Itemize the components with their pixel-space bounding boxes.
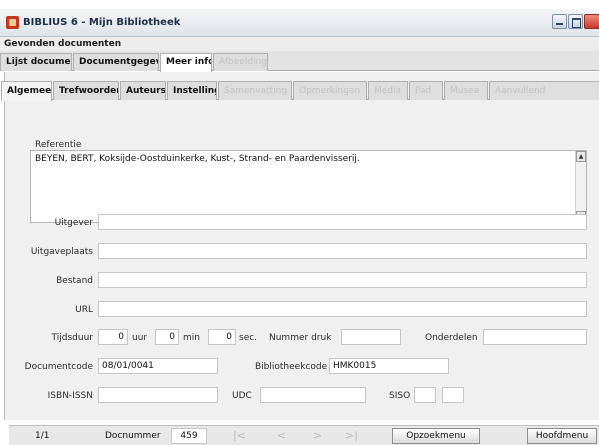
udc-label: UDC (232, 391, 252, 401)
menu-label: Gevonden documenten (4, 39, 122, 49)
referentie-value: BEYEN, BERT, Koksijde-Oostduinkerke, Kus… (35, 154, 360, 164)
url-field[interactable] (98, 301, 587, 317)
window-title: BIBLIUS 6 - Mijn Bibliotheek (23, 17, 181, 28)
uitgever-label: Uitgever (54, 218, 93, 228)
bestand-field[interactable] (98, 272, 587, 288)
nummer-druk-label: Nummer druk (269, 333, 332, 343)
menu-strip: Gevonden documenten (0, 37, 599, 51)
maximize-button[interactable] (568, 14, 583, 29)
nummer-druk-field[interactable] (341, 329, 401, 345)
uur-unit: uur (132, 333, 148, 343)
url-label: URL (75, 305, 93, 315)
isbn-issn-label: ISBN-ISSN (47, 391, 93, 401)
sec-unit: sec. (239, 333, 258, 343)
documentcode-field[interactable]: 08/01/0041 (98, 358, 218, 374)
referentie-label: Referentie (35, 140, 82, 150)
tab-auteurs[interactable]: Auteurs (120, 81, 166, 100)
tab-algemeen[interactable]: Algemeen (1, 81, 52, 101)
title-bar: BIBLIUS 6 - Mijn Bibliotheek (0, 9, 599, 37)
min-unit: min (183, 333, 200, 343)
close-button[interactable] (584, 14, 599, 29)
siso-field-1[interactable] (414, 387, 436, 403)
nav-last-button[interactable]: >| (345, 429, 358, 442)
documentcode-label: Documentcode (24, 362, 93, 372)
docnummer-label: Docnummer (105, 431, 161, 441)
tab-lijst-documenten[interactable]: Lijst documenten (0, 53, 72, 71)
tab-instelling[interactable]: Instelling (167, 81, 217, 100)
tab-documentgegevens[interactable]: Documentgegevens (73, 53, 159, 71)
scroll-up-icon[interactable]: ▲ (576, 151, 586, 162)
onderdelen-label: Onderdelen (425, 333, 478, 343)
tab-trefwoorden[interactable]: Trefwoorden (53, 81, 119, 100)
tab-media: Media (368, 81, 408, 100)
top-tab-bar: Lijst documenten Documentgegevens Meer i… (0, 51, 599, 72)
referentie-scrollbar[interactable]: ▲ ▼ (575, 151, 586, 222)
status-bar: 1/1 Docnummer 459 |< < > >| Opzoekmenu H… (9, 425, 599, 445)
isbn-issn-field[interactable] (98, 387, 218, 403)
meer-info-panel: Algemeen Trefwoorden Auteurs Instelling … (1, 72, 599, 420)
sec-field[interactable]: 0 (208, 329, 236, 345)
uitgaveplaats-label: Uitgaveplaats (30, 247, 93, 257)
bibliotheekcode-label: Bibliotheekcode (255, 362, 328, 372)
record-position: 1/1 (35, 431, 50, 441)
app-logo-icon (6, 16, 19, 29)
minimize-button[interactable] (552, 14, 567, 29)
nav-next-button[interactable]: > (313, 429, 322, 442)
nav-first-button[interactable]: |< (233, 429, 246, 442)
docnummer-field[interactable]: 459 (171, 428, 207, 444)
tab-pad: Pad (409, 81, 443, 100)
referentie-textarea[interactable]: BEYEN, BERT, Koksijde-Oostduinkerke, Kus… (30, 150, 587, 223)
udc-field[interactable] (260, 387, 366, 403)
opzoekmenu-button[interactable]: Opzoekmenu (392, 428, 480, 444)
tijdsduur-label: Tijdsduur (51, 333, 93, 343)
bestand-label: Bestand (56, 276, 93, 286)
tab-afbeelding: Afbeelding (213, 53, 268, 71)
tab-samenvatting: Samenvatting (218, 81, 292, 100)
tab-meer-info[interactable]: Meer info (160, 53, 212, 72)
tab-opmerkingen: Opmerkingen (293, 81, 367, 100)
min-field[interactable]: 0 (155, 329, 179, 345)
siso-label: SISO (389, 391, 411, 401)
bibliotheekcode-field[interactable]: HMK0015 (329, 358, 449, 374)
uur-field[interactable]: 0 (98, 329, 128, 345)
uitgaveplaats-field[interactable] (98, 243, 587, 259)
onderdelen-field[interactable] (483, 329, 587, 345)
sub-tab-bar: Algemeen Trefwoorden Auteurs Instelling … (1, 78, 599, 101)
siso-field-2[interactable] (442, 387, 464, 403)
tab-musea: Musea (444, 81, 488, 100)
uitgever-field[interactable] (98, 214, 587, 230)
nav-prev-button[interactable]: < (277, 429, 286, 442)
tab-aanvullend: Aanvullend (489, 81, 599, 100)
hoofdmenu-button[interactable]: Hoofdmenu (527, 428, 597, 444)
